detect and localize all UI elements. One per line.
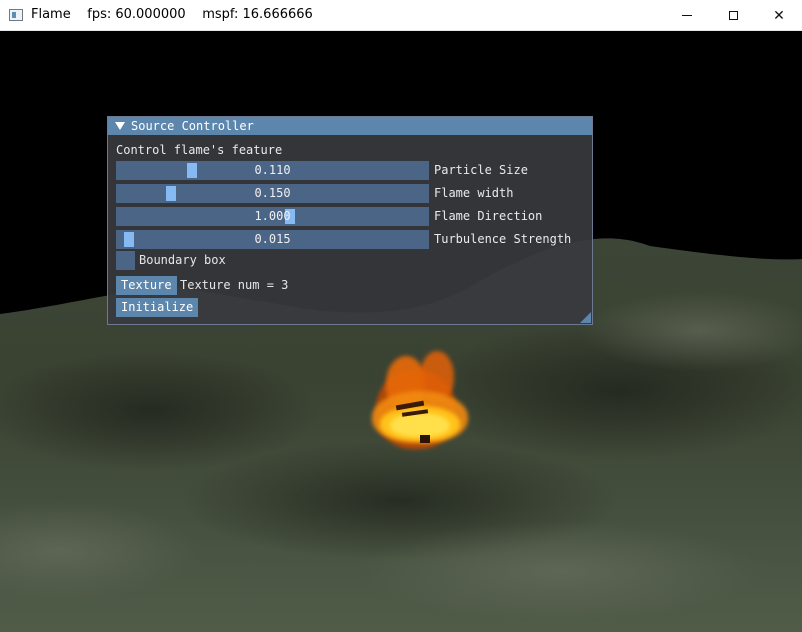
maximize-button[interactable] <box>710 0 756 31</box>
texture-num-text: Texture num = 3 <box>180 278 289 292</box>
slider-value: 1.000 <box>254 209 291 223</box>
slider-label: Particle Size <box>434 163 528 177</box>
window-titlebar[interactable]: Flame fps: 60.000000 mspf: 16.666666 ✕ <box>0 0 802 31</box>
slider-value: 0.015 <box>254 232 291 246</box>
panel-description: Control flame's feature <box>116 143 283 157</box>
checkbox-label: Boundary box <box>139 253 226 267</box>
slider-label: Flame width <box>434 186 514 200</box>
boundary-box-checkbox[interactable] <box>116 251 135 270</box>
slider-value: 0.110 <box>254 163 291 177</box>
turbulence-strength-row: 0.015 Turbulence Strength <box>116 230 592 249</box>
slider-label: Flame Direction <box>434 209 543 223</box>
source-controller-panel[interactable]: Source Controller Control flame's featur… <box>107 116 593 325</box>
close-icon: ✕ <box>773 7 785 24</box>
window-app-icon <box>9 9 23 21</box>
flame-width-row: 0.150 Flame width <box>116 184 592 203</box>
texture-button[interactable]: Texture <box>116 276 177 295</box>
window-title: Flame fps: 60.000000 mspf: 16.666666 <box>31 7 313 22</box>
initialize-button[interactable]: Initialize <box>116 298 199 317</box>
minimize-button[interactable] <box>664 0 710 31</box>
particle-size-slider[interactable]: 0.110 <box>116 161 429 180</box>
minimize-icon <box>682 15 692 16</box>
panel-title: Source Controller <box>131 119 254 133</box>
resize-grip[interactable] <box>580 312 591 323</box>
flame-particles <box>358 351 478 461</box>
close-button[interactable]: ✕ <box>756 0 802 31</box>
flame-direction-row: 1.000 Flame Direction <box>116 207 592 226</box>
flame-direction-slider[interactable]: 1.000 <box>116 207 429 226</box>
maximize-icon <box>728 11 738 20</box>
collapse-triangle-icon[interactable] <box>115 122 125 130</box>
panel-header[interactable]: Source Controller <box>108 117 592 135</box>
slider-label: Turbulence Strength <box>434 232 572 246</box>
turbulence-strength-slider[interactable]: 0.015 <box>116 230 429 249</box>
slider-value: 0.150 <box>254 186 291 200</box>
particle-size-row: 0.110 Particle Size <box>116 161 592 180</box>
flame-width-slider[interactable]: 0.150 <box>116 184 429 203</box>
